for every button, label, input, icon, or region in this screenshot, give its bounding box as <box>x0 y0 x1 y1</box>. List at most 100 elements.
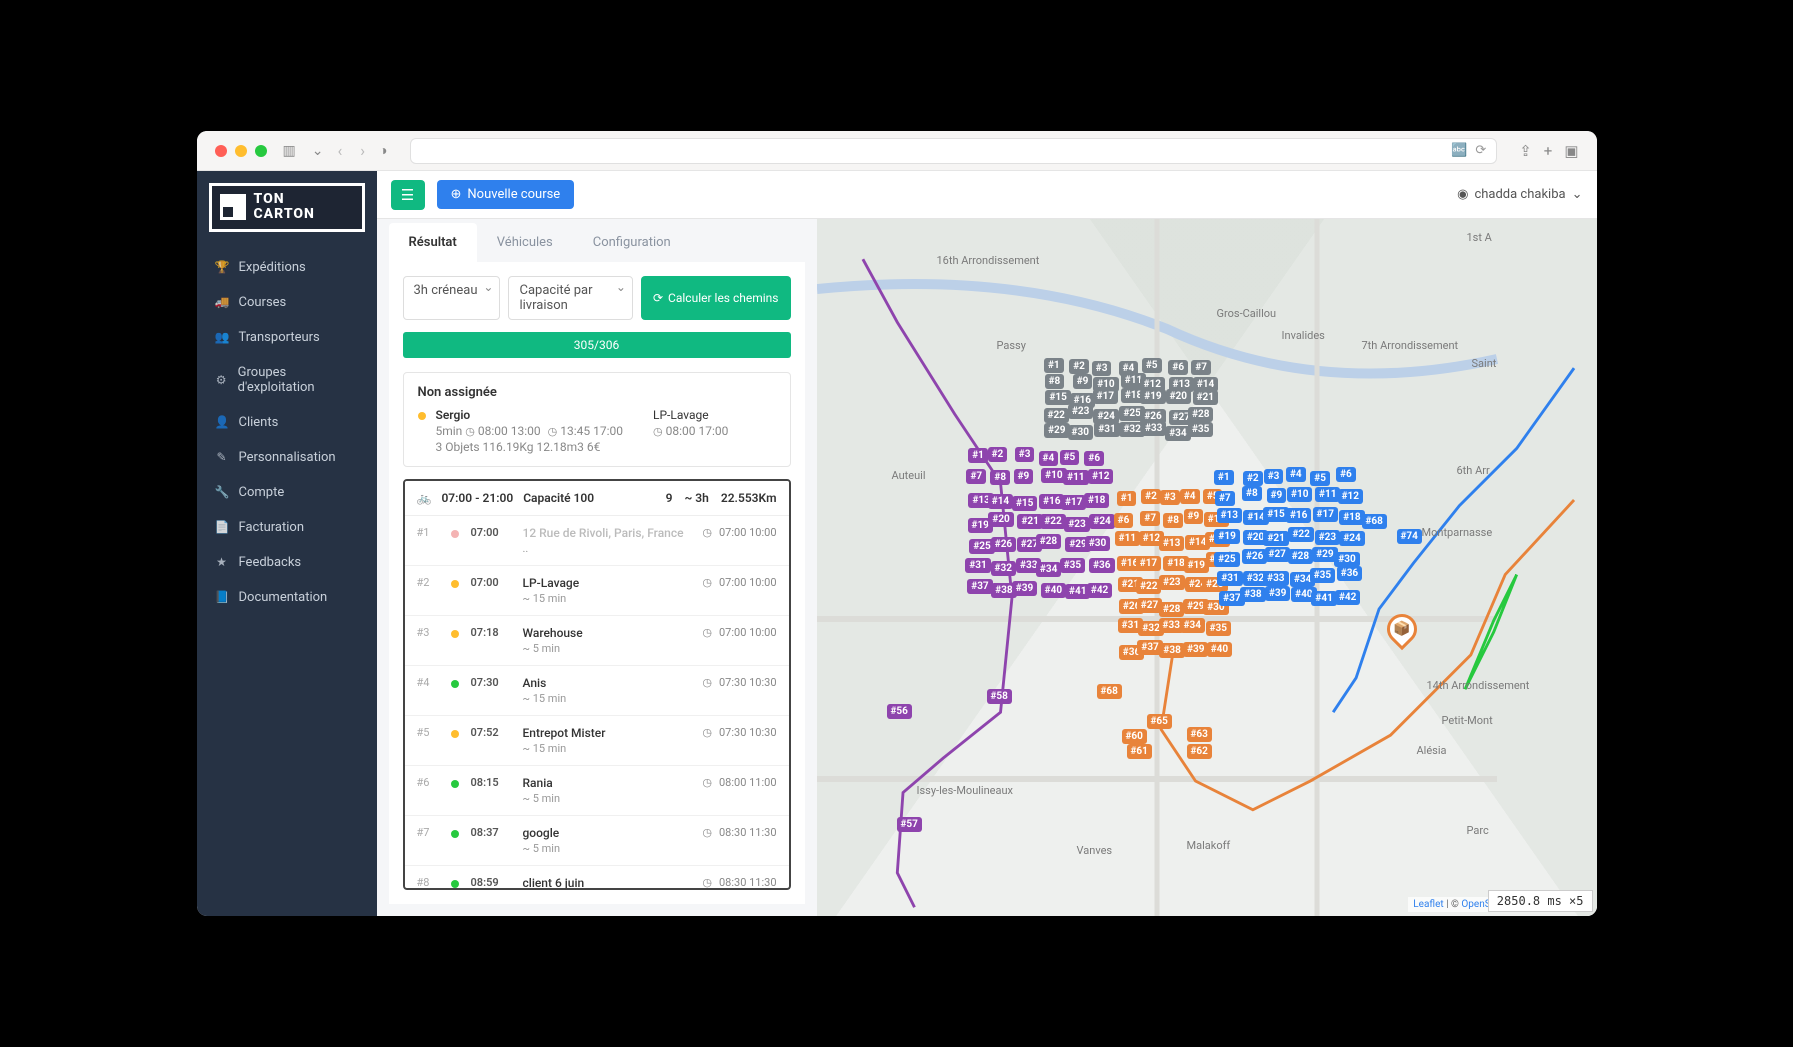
map-marker[interactable]: #4 <box>1039 451 1059 466</box>
map-marker[interactable]: #39 <box>1265 586 1290 601</box>
map-marker[interactable]: #13 <box>1159 536 1184 551</box>
map-marker[interactable]: #28 <box>1188 407 1213 422</box>
nav-forward-icon[interactable]: › <box>356 141 369 160</box>
route-stop[interactable]: #1 07:00 12 Rue de Rivoli, Paris, France… <box>405 516 789 566</box>
reload-icon[interactable]: ⟳ <box>1475 143 1486 158</box>
map-marker[interactable]: #32 <box>991 561 1016 576</box>
map-marker[interactable]: #36 <box>1337 566 1362 581</box>
route-stop[interactable]: #5 07:52 Entrepot Mister ~ 15 min 07:30 … <box>405 716 789 766</box>
map-marker[interactable]: #20 <box>1166 389 1191 404</box>
map-marker[interactable]: #9 <box>1267 488 1287 503</box>
map-marker[interactable]: #1 <box>968 448 988 463</box>
new-tab-icon[interactable]: + <box>1544 142 1553 160</box>
map-marker[interactable]: #9 <box>1014 469 1034 484</box>
map-marker[interactable]: #29 <box>1044 423 1069 438</box>
map-marker[interactable]: #7 <box>1140 511 1160 526</box>
map-marker[interactable]: #24 <box>1089 514 1114 529</box>
map-marker[interactable]: #7 <box>1215 491 1235 506</box>
map-marker[interactable]: #9 <box>1073 374 1093 389</box>
sidebar-item-compte[interactable]: 🔧Compte <box>197 475 377 510</box>
map-marker[interactable]: #22 <box>1136 579 1161 594</box>
map-marker[interactable]: #14 <box>988 494 1013 509</box>
menu-toggle-button[interactable]: ☰ <box>391 180 425 210</box>
map-marker[interactable]: #60 <box>1122 729 1147 744</box>
map-marker[interactable]: #8 <box>1045 374 1065 389</box>
map-marker[interactable]: #10 <box>1287 487 1312 502</box>
map-marker[interactable]: #41 <box>1311 591 1336 606</box>
route-stop[interactable]: #4 07:30 Anis ~ 15 min 07:30 10:30 <box>405 666 789 716</box>
map-marker[interactable]: #15 <box>1263 507 1288 522</box>
map-marker[interactable]: #9 <box>1184 509 1204 524</box>
route-stop[interactable]: #8 08:59 client 6 juin ~ 5 min 08:30 11:… <box>405 866 789 890</box>
map-marker[interactable]: #68 <box>1097 684 1122 699</box>
map-marker[interactable]: #40 <box>1041 583 1066 598</box>
map-marker[interactable]: #33 <box>1141 421 1166 436</box>
map-marker[interactable]: #30 <box>1068 425 1093 440</box>
map-marker[interactable]: #25 <box>1214 552 1239 567</box>
user-menu[interactable]: ◉ chadda chakiba ⌄ <box>1457 187 1582 202</box>
map-marker[interactable]: #5 <box>1142 358 1162 373</box>
map-marker[interactable]: #30 <box>1334 552 1359 567</box>
map-marker[interactable]: #5 <box>1060 450 1080 465</box>
map-marker[interactable]: #31 <box>1217 571 1242 586</box>
map-marker[interactable]: #28 <box>1288 549 1313 564</box>
map-marker[interactable]: #8 <box>990 470 1010 485</box>
map-marker[interactable]: #11 <box>1315 487 1340 502</box>
tabs-overview-icon[interactable]: ▣ <box>1564 142 1578 160</box>
map-marker[interactable]: #4 <box>1180 489 1200 504</box>
map-marker[interactable]: #3 <box>1092 361 1112 376</box>
map-marker[interactable]: #33 <box>1263 571 1288 586</box>
map-marker[interactable]: #19 <box>1214 529 1239 544</box>
map-marker[interactable]: #22 <box>1044 408 1069 423</box>
map-marker[interactable]: #8 <box>1163 513 1183 528</box>
map-marker[interactable]: #38 <box>1240 587 1265 602</box>
sidebar-item-documentation[interactable]: 📘Documentation <box>197 580 377 615</box>
map-marker[interactable]: #35 <box>1188 422 1213 437</box>
map-marker[interactable]: #42 <box>1335 590 1360 605</box>
map-marker[interactable]: #23 <box>1315 530 1340 545</box>
map-marker[interactable]: #74 <box>1397 529 1422 544</box>
map-marker[interactable]: #1 <box>1117 491 1137 506</box>
dropdown-icon[interactable]: ⌄ <box>312 143 324 159</box>
sidebar-item-transporteurs[interactable]: 👥Transporteurs <box>197 320 377 355</box>
map-marker[interactable]: #19 <box>1140 389 1165 404</box>
minimize-window-icon[interactable] <box>235 145 247 157</box>
map-marker[interactable]: #26 <box>1242 549 1267 564</box>
map-marker[interactable]: #5 <box>1310 471 1330 486</box>
map-marker[interactable]: #24 <box>1339 531 1364 546</box>
map-marker[interactable]: #62 <box>1187 744 1212 759</box>
map-marker[interactable]: #65 <box>1147 714 1172 729</box>
map-marker[interactable]: #36 <box>1089 558 1114 573</box>
map-marker[interactable]: #2 <box>1141 489 1161 504</box>
sidebar-item-facturation[interactable]: 📄Facturation <box>197 510 377 545</box>
map-marker[interactable]: #58 <box>987 689 1012 704</box>
slot-select[interactable]: 3h créneau <box>403 276 501 320</box>
map-marker[interactable]: #23 <box>1068 404 1093 419</box>
map-marker[interactable]: #34 <box>1036 562 1061 577</box>
map-marker[interactable]: #20 <box>988 512 1013 527</box>
map-marker[interactable]: #28 <box>1159 602 1184 617</box>
map-marker[interactable]: #27 <box>1265 547 1290 562</box>
map-marker[interactable]: #13 <box>1217 508 1242 523</box>
route-stop[interactable]: #3 07:18 Warehouse ~ 5 min 07:00 10:00 <box>405 616 789 666</box>
leaflet-link[interactable]: Leaflet <box>1413 899 1443 910</box>
map-marker[interactable]: #39 <box>1183 642 1208 657</box>
calculate-paths-button[interactable]: ⟳ Calculer les chemins <box>641 276 791 320</box>
map-marker[interactable]: #26 <box>991 537 1016 552</box>
map-marker[interactable]: #15 <box>1045 390 1070 405</box>
map-marker[interactable]: #31 <box>1094 422 1119 437</box>
capacity-mode-select[interactable]: Capacité par livraison <box>508 276 633 320</box>
map-marker[interactable]: #3 <box>1015 447 1035 462</box>
map-marker[interactable]: #22 <box>1288 527 1313 542</box>
map-marker[interactable]: #42 <box>1087 583 1112 598</box>
map-marker[interactable]: #8 <box>1242 486 1262 501</box>
map-marker[interactable]: #22 <box>1040 514 1065 529</box>
map-marker[interactable]: #37 <box>967 579 992 594</box>
map-marker[interactable]: #23 <box>1064 517 1089 532</box>
tab-result[interactable]: Résultat <box>389 223 477 262</box>
route-stop[interactable]: #2 07:00 LP-Lavage ~ 15 min 07:00 10:00 <box>405 566 789 616</box>
map-marker[interactable]: #35 <box>1206 621 1231 636</box>
map-marker[interactable]: #34 <box>1180 618 1205 633</box>
sidebar-item-clients[interactable]: 👤Clients <box>197 405 377 440</box>
map-marker[interactable]: #12 <box>1338 489 1363 504</box>
